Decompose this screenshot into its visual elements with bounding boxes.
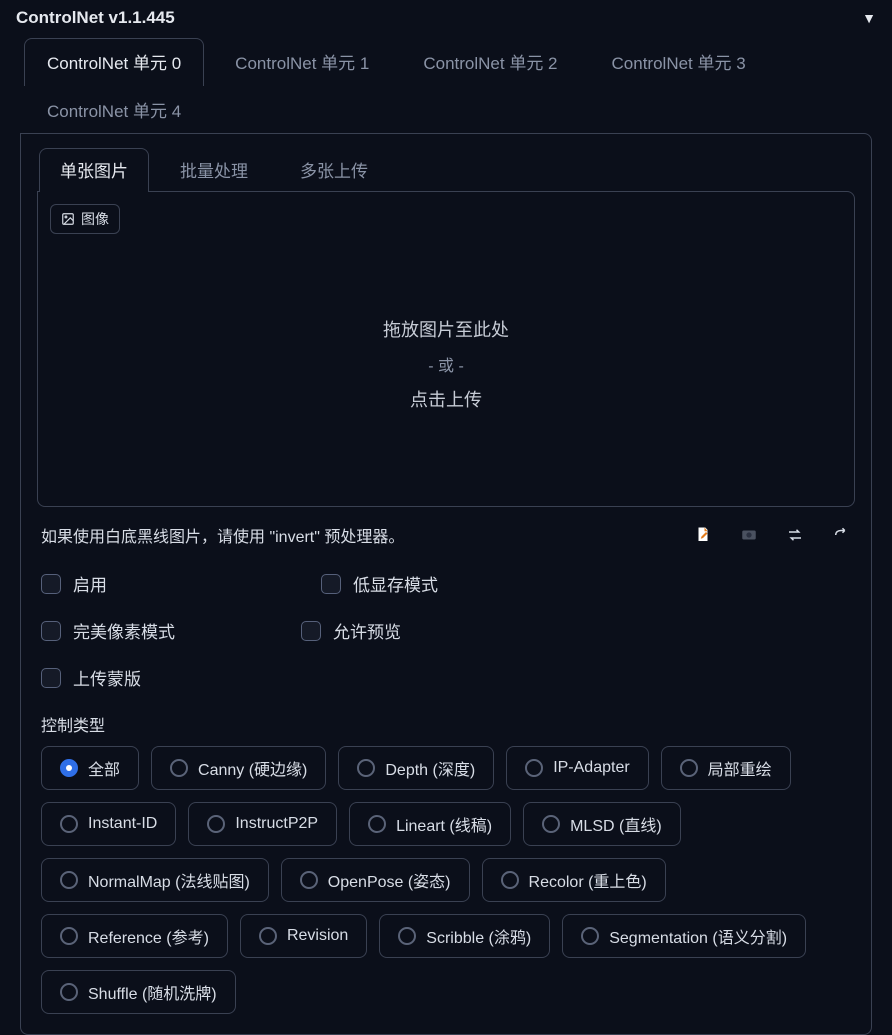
radio-label: 局部重绘 xyxy=(708,756,772,780)
radio-dot xyxy=(398,927,416,945)
radio-recolor[interactable]: Recolor (重上色) xyxy=(482,858,666,902)
control-type-radios: 全部 Canny (硬边缘) Depth (深度) IP-Adapter 局部重… xyxy=(21,746,871,1034)
checkbox-box xyxy=(41,668,61,688)
checkbox-label: 允许预览 xyxy=(333,618,401,643)
radio-dot xyxy=(542,815,560,833)
checkbox-box xyxy=(321,574,341,594)
radio-depth[interactable]: Depth (深度) xyxy=(338,746,494,790)
radio-reference[interactable]: Reference (参考) xyxy=(41,914,228,958)
checkbox-allow-preview[interactable]: 允许预览 xyxy=(301,618,721,643)
unit-tab-1[interactable]: ControlNet 单元 1 xyxy=(212,38,392,86)
hint-row: 如果使用白底黑线图片，请使用 "invert" 预处理器。 xyxy=(21,523,871,553)
checkbox-upload-mask[interactable]: 上传蒙版 xyxy=(41,665,341,690)
radio-dot xyxy=(680,759,698,777)
image-icon xyxy=(61,212,75,226)
collapse-caret-icon[interactable]: ▼ xyxy=(862,10,876,26)
radio-lineart[interactable]: Lineart (线稿) xyxy=(349,802,511,846)
radio-dot xyxy=(581,927,599,945)
control-type-label: 控制类型 xyxy=(21,696,871,746)
radio-label: Depth (深度) xyxy=(385,756,475,780)
radio-revision[interactable]: Revision xyxy=(240,914,367,958)
radio-instructp2p[interactable]: InstructP2P xyxy=(188,802,337,846)
unit-content: 单张图片 批量处理 多张上传 图像 拖放图片至此处 - 或 - 点击上传 如果使… xyxy=(20,133,872,1035)
radio-label: 全部 xyxy=(88,756,120,780)
radio-label: IP-Adapter xyxy=(553,759,629,777)
webcam-icon[interactable] xyxy=(739,526,759,544)
new-canvas-icon[interactable] xyxy=(693,526,713,544)
radio-label: OpenPose (姿态) xyxy=(328,868,451,892)
checkbox-label: 完美像素模式 xyxy=(73,618,175,643)
radio-canny[interactable]: Canny (硬边缘) xyxy=(151,746,326,790)
radio-dot xyxy=(525,759,543,777)
radio-label: Scribble (涂鸦) xyxy=(426,924,531,948)
radio-dot xyxy=(259,927,277,945)
radio-dot xyxy=(60,927,78,945)
unit-tab-4[interactable]: ControlNet 单元 4 xyxy=(24,86,204,134)
radio-instant-id[interactable]: Instant-ID xyxy=(41,802,176,846)
checkbox-label: 启用 xyxy=(73,571,107,596)
send-back-icon[interactable] xyxy=(831,526,851,544)
radio-scribble[interactable]: Scribble (涂鸦) xyxy=(379,914,550,958)
panel-header[interactable]: ControlNet v1.1.445 ▼ xyxy=(0,0,892,38)
controlnet-panel: ControlNet v1.1.445 ▼ ControlNet 单元 0 Co… xyxy=(0,0,892,1035)
tab-batch[interactable]: 批量处理 xyxy=(159,148,269,192)
radio-dot xyxy=(170,759,188,777)
unit-tab-2[interactable]: ControlNet 单元 2 xyxy=(400,38,580,86)
tab-multi-upload[interactable]: 多张上传 xyxy=(279,148,389,192)
checkbox-label: 上传蒙版 xyxy=(73,665,141,690)
image-badge-label: 图像 xyxy=(81,209,109,229)
panel-title: ControlNet v1.1.445 xyxy=(16,8,175,28)
radio-label: NormalMap (法线贴图) xyxy=(88,868,250,892)
unit-tab-3[interactable]: ControlNet 单元 3 xyxy=(589,38,769,86)
radio-label: Segmentation (语义分割) xyxy=(609,924,787,948)
option-checkboxes: 启用 低显存模式 完美像素模式 允许预览 上传蒙版 xyxy=(21,553,871,696)
radio-openpose[interactable]: OpenPose (姿态) xyxy=(281,858,470,902)
dropzone-line2: 点击上传 xyxy=(410,386,482,412)
checkbox-box xyxy=(41,574,61,594)
checkbox-box xyxy=(41,621,61,641)
radio-label: Canny (硬边缘) xyxy=(198,756,307,780)
image-source-tabs: 单张图片 批量处理 多张上传 xyxy=(21,134,871,192)
radio-label: Reference (参考) xyxy=(88,924,209,948)
radio-all[interactable]: 全部 xyxy=(41,746,139,790)
checkbox-enable[interactable]: 启用 xyxy=(41,571,321,596)
radio-dot xyxy=(60,983,78,1001)
checkbox-label: 低显存模式 xyxy=(353,571,438,596)
swap-icon[interactable] xyxy=(785,526,805,544)
radio-mlsd[interactable]: MLSD (直线) xyxy=(523,802,681,846)
invert-hint: 如果使用白底黑线图片，请使用 "invert" 预处理器。 xyxy=(41,523,404,547)
checkbox-low-vram[interactable]: 低显存模式 xyxy=(321,571,601,596)
radio-dot xyxy=(207,815,225,833)
radio-label: Recolor (重上色) xyxy=(529,868,647,892)
radio-label: Instant-ID xyxy=(88,815,157,833)
radio-normalmap[interactable]: NormalMap (法线贴图) xyxy=(41,858,269,902)
radio-dot xyxy=(60,759,78,777)
tab-single-image[interactable]: 单张图片 xyxy=(39,148,149,192)
radio-ip-adapter[interactable]: IP-Adapter xyxy=(506,746,648,790)
radio-label: Shuffle (随机洗牌) xyxy=(88,980,217,1004)
image-badge[interactable]: 图像 xyxy=(50,204,120,234)
radio-label: Lineart (线稿) xyxy=(396,812,492,836)
radio-dot xyxy=(60,871,78,889)
dropzone-line1: 拖放图片至此处 xyxy=(383,316,509,342)
image-area: 图像 拖放图片至此处 - 或 - 点击上传 xyxy=(37,191,855,507)
radio-label: Revision xyxy=(287,927,348,945)
radio-dot xyxy=(501,871,519,889)
checkbox-box xyxy=(301,621,321,641)
unit-tabs: ControlNet 单元 0 ControlNet 单元 1 ControlN… xyxy=(0,38,892,134)
checkbox-pixel-perfect[interactable]: 完美像素模式 xyxy=(41,618,301,643)
radio-dot xyxy=(60,815,78,833)
image-tools xyxy=(693,526,851,544)
dropzone-sep: - 或 - xyxy=(428,352,464,376)
radio-dot xyxy=(300,871,318,889)
radio-shuffle[interactable]: Shuffle (随机洗牌) xyxy=(41,970,236,1014)
radio-inpaint[interactable]: 局部重绘 xyxy=(661,746,791,790)
radio-label: InstructP2P xyxy=(235,815,318,833)
radio-label: MLSD (直线) xyxy=(570,812,662,836)
unit-tab-0[interactable]: ControlNet 单元 0 xyxy=(24,38,204,86)
radio-segmentation[interactable]: Segmentation (语义分割) xyxy=(562,914,806,958)
radio-dot xyxy=(357,759,375,777)
image-dropzone[interactable]: 拖放图片至此处 - 或 - 点击上传 xyxy=(50,234,842,494)
radio-dot xyxy=(368,815,386,833)
